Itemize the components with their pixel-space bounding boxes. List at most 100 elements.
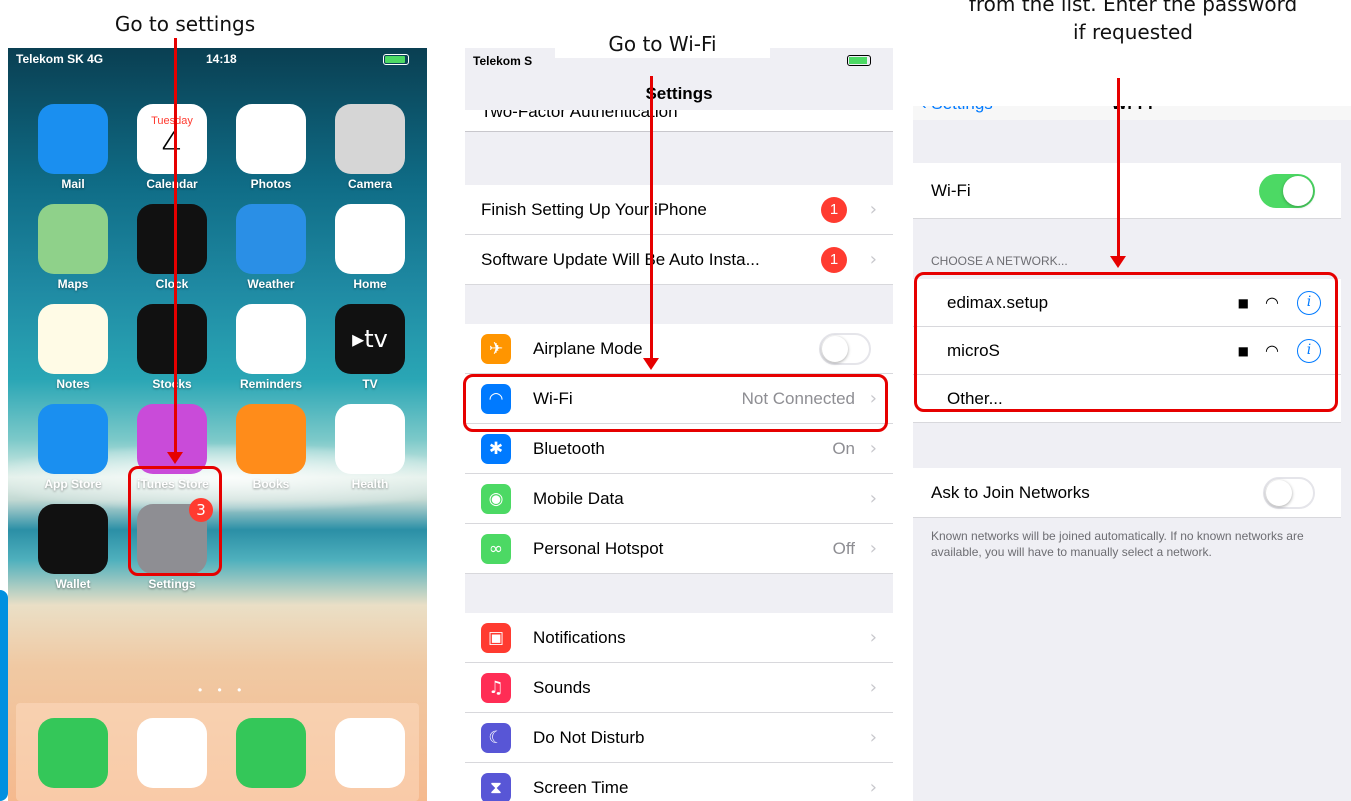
caption-line: from the list. Enter the password	[968, 0, 1298, 16]
ask-join-group: Ask to Join Networks	[913, 468, 1341, 518]
app-label: Health	[351, 477, 389, 491]
wallet-icon	[38, 504, 108, 574]
settings-row-screen-time[interactable]: ⧗ Screen Time ›	[465, 763, 893, 801]
app-label: Home	[353, 277, 387, 291]
chevron-right-icon: ›	[869, 438, 877, 459]
wifi-toggle[interactable]	[1259, 173, 1315, 208]
hotspot-icon: ∞	[481, 533, 511, 564]
app-health[interactable]: Health	[335, 404, 405, 491]
app-wallet[interactable]: Wallet	[38, 504, 108, 591]
wifi-row-highlight	[463, 374, 888, 432]
arrow-line	[174, 38, 177, 454]
arrow-line	[1117, 78, 1120, 258]
calendar-icon: Tuesday 4	[137, 104, 207, 174]
ask-to-join-label: Ask to Join Networks	[931, 482, 1090, 502]
app-label: Reminders	[239, 377, 303, 391]
ask-to-join-toggle[interactable]	[1263, 476, 1315, 509]
network-list-highlight	[914, 272, 1338, 412]
chevron-right-icon: ›	[869, 538, 877, 559]
settings-row-do-not-disturb[interactable]: ☾ Do Not Disturb ›	[465, 713, 893, 763]
app-label: Wallet	[55, 577, 91, 591]
settings-row-finish-setting-up-your-iphone[interactable]: Finish Setting Up Your iPhone 1 ›	[465, 185, 893, 235]
settings-row-sounds[interactable]: ♫ Sounds ›	[465, 663, 893, 713]
page-title: Settings	[645, 84, 713, 103]
caption-go-to-settings: Go to settings	[114, 12, 256, 36]
settings-row-software-update-will-be-auto-insta[interactable]: Software Update Will Be Auto Insta... 1 ›	[465, 235, 893, 285]
app-label: Weather	[247, 277, 295, 291]
row-label: Two-Factor Authentication	[481, 110, 678, 121]
chevron-right-icon: ›	[869, 677, 877, 698]
caption-go-to-wifi: Go to Wi-Fi	[555, 30, 770, 58]
settings-group-alerts: Finish Setting Up Your iPhone 1 › Software …	[465, 185, 893, 285]
app-reminders[interactable]: Reminders	[236, 304, 306, 391]
app-calendar[interactable]: Tuesday 4 Calendar	[137, 104, 207, 191]
app-clock[interactable]: Clock	[137, 204, 207, 291]
dock-app[interactable]	[38, 718, 108, 788]
dock-app[interactable]	[335, 718, 405, 788]
settings-row-mobile-data[interactable]: ◉ Mobile Data ›	[465, 474, 893, 524]
battery-icon	[847, 55, 871, 66]
clock-label: 14:18	[206, 52, 237, 66]
notification-badge: 1	[821, 246, 847, 273]
row-value: On	[832, 438, 855, 458]
app-maps[interactable]: Maps	[38, 204, 108, 291]
status-bar: Telekom SK 4G 14:18	[8, 48, 427, 70]
app-mail[interactable]: Mail	[38, 104, 108, 191]
arrow-head	[643, 358, 659, 370]
dock-app[interactable]	[236, 718, 306, 788]
settings-group-connectivity: ✈ Airplane Mode ◠ Wi-Fi Not Connected › ✱ Bluet…	[465, 324, 893, 574]
settings-row-notifications[interactable]: ▣ Notifications ›	[465, 613, 893, 663]
airplane-icon: ✈	[481, 333, 511, 364]
app-books[interactable]: Books	[236, 404, 306, 491]
carrier-label: Telekom S	[473, 54, 533, 68]
app-photos[interactable]: Photos	[236, 104, 306, 191]
chevron-right-icon: ›	[869, 777, 877, 798]
app-camera[interactable]: Camera	[335, 104, 405, 191]
app-store-icon	[38, 404, 108, 474]
row-label: Airplane Mode	[533, 338, 643, 358]
row-label: Finish Setting Up Your iPhone	[481, 199, 707, 219]
dock-app[interactable]	[137, 718, 207, 788]
settings-row-airplane-mode[interactable]: ✈ Airplane Mode	[465, 324, 893, 374]
notifications-icon: ▣	[481, 622, 511, 653]
hourglass-icon: ⧗	[481, 772, 511, 801]
battery-icon	[383, 54, 409, 65]
wifi-toggle-label: Wi-Fi	[931, 180, 971, 200]
phone-icon	[38, 718, 108, 788]
airplane-toggle[interactable]	[819, 332, 871, 365]
chevron-right-icon: ›	[869, 199, 877, 220]
safari-icon	[137, 718, 207, 788]
bluetooth-icon: ✱	[481, 433, 511, 464]
section-header: CHOOSE A NETWORK...	[931, 254, 1068, 268]
row-value: Off	[832, 538, 855, 558]
maps-icon	[38, 204, 108, 274]
app-home[interactable]: Home	[335, 204, 405, 291]
app-label: Photos	[250, 177, 292, 191]
mail-icon	[38, 104, 108, 174]
messages-icon	[236, 718, 306, 788]
settings-row-personal-hotspot[interactable]: ∞ Personal Hotspot Off ›	[465, 524, 893, 574]
home-screen: Telekom SK 4G 14:18 Mail Tuesday 4 Calendar…	[8, 48, 427, 801]
two-factor-row[interactable]: Two-Factor Authentication	[465, 110, 893, 132]
app-label: Stocks	[152, 377, 192, 391]
chevron-right-icon: ›	[869, 627, 877, 648]
app-notes[interactable]: Notes	[38, 304, 108, 391]
clock-icon	[137, 204, 207, 274]
photos-icon	[236, 104, 306, 174]
music-icon	[335, 718, 405, 788]
app-stocks[interactable]: Stocks	[137, 304, 207, 391]
health-icon	[335, 404, 405, 474]
arrow-head	[167, 452, 183, 464]
row-label: Bluetooth	[533, 438, 605, 458]
app-label: Maps	[57, 277, 89, 291]
reminders-icon	[236, 304, 306, 374]
home-icon	[335, 204, 405, 274]
caption-cover	[913, 48, 1351, 106]
app-tv[interactable]: ▸tv TV	[335, 304, 405, 391]
app-app-store[interactable]: App Store	[38, 404, 108, 491]
moon-icon: ☾	[481, 722, 511, 753]
app-weather[interactable]: Weather	[236, 204, 306, 291]
books-icon	[236, 404, 306, 474]
row-label: Software Update Will Be Auto Insta...	[481, 249, 760, 269]
app-label: Notes	[56, 377, 90, 391]
